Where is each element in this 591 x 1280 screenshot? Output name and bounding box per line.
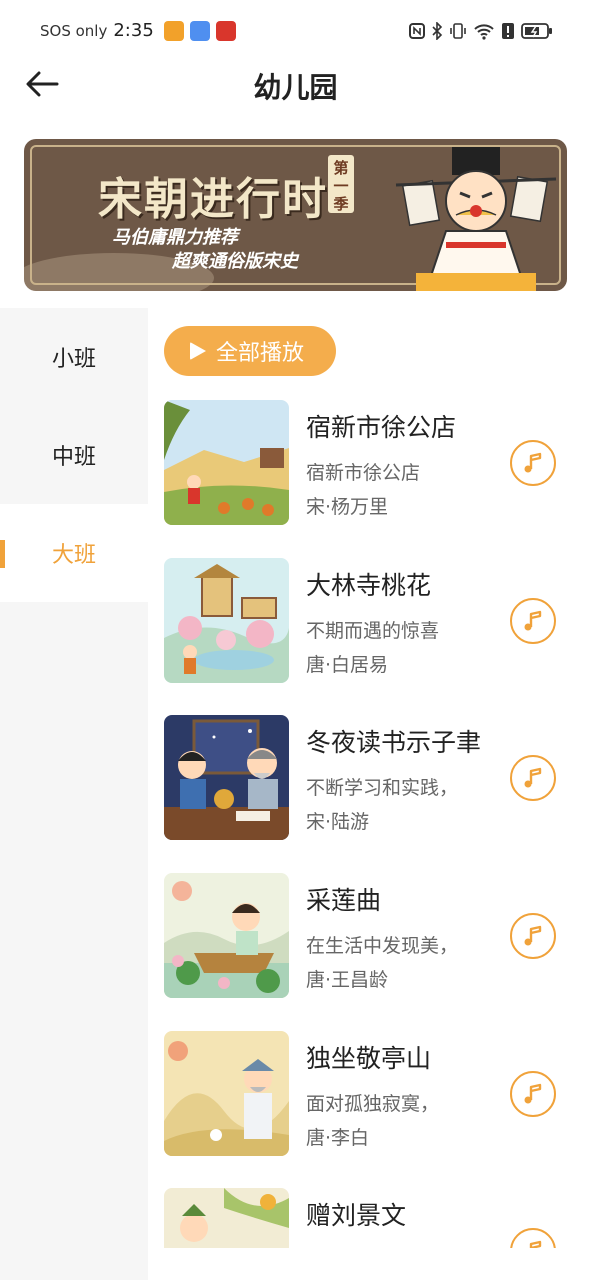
list-item[interactable]: 采莲曲 在生活中发现美， 唐·王昌龄 [164,873,576,999]
alert-icon [502,23,514,39]
sidebar-item-label: 小班 [51,347,96,372]
poem-description: 宿新市徐公店 [306,462,421,484]
poem-thumbnail [164,873,289,998]
poem-author: 唐·李白 [306,1127,370,1149]
list-item[interactable]: 独坐敬亭山 面对孤独寂寞， 唐·李白 [164,1031,576,1157]
banner-character-illustration [395,147,557,291]
play-poem-button[interactable] [510,1071,556,1117]
music-note-icon [524,1083,542,1104]
nfc-icon [409,23,425,39]
bluetooth-icon [432,22,443,40]
poem-thumbnail [164,715,289,840]
banner-season-badge: 第一季 [328,155,354,213]
sidebar-item-middle-class[interactable]: 中班 [0,406,148,504]
poem-title: 冬夜读书示子聿 [306,728,482,757]
banner-subtitle: 马伯庸鼎力推荐 [112,227,238,248]
poem-author: 宋·杨万里 [306,496,389,518]
poem-title: 大林寺桃花 [306,571,432,600]
poem-title: 采莲曲 [306,886,382,915]
music-note-icon [524,767,542,788]
poem-description: 不断学习和实践， [306,777,459,799]
sidebar-item-label: 中班 [51,445,96,470]
banner-season-text: 第一季 [333,159,349,213]
notification-app-icon [189,20,210,41]
sos-text: SOS only [40,21,108,40]
poem-title: 赠刘景文 [306,1201,407,1230]
poem-thumbnail [164,400,289,525]
sidebar-item-label: 大班 [51,543,96,568]
poem-author: 唐·王昌龄 [306,969,389,991]
play-poem-button[interactable] [510,1228,556,1248]
play-all-button[interactable]: 全部播放 [164,326,336,376]
battery-icon [521,23,552,39]
vibrate-icon [450,23,466,39]
play-poem-button[interactable] [510,440,556,486]
play-poem-button[interactable] [510,598,556,644]
wifi-icon [474,24,494,40]
poem-thumbnail [164,558,289,683]
sidebar-item-senior-class[interactable]: 大班 [0,504,148,602]
music-note-icon [524,610,542,631]
list-item[interactable]: 冬夜读书示子聿 不断学习和实践， 宋·陆游 [164,715,576,841]
clock: 2:35 [113,20,154,41]
status-bar: SOS only 2:35 [0,0,591,64]
play-icon [190,342,206,360]
poem-description: 面对孤独寂寞， [306,1093,440,1115]
status-bar-left: SOS only 2:35 [40,20,236,41]
poem-description: 不期而遇的惊喜 [306,620,440,642]
nav-bar: 幼儿园 [0,56,591,112]
music-note-icon [524,925,542,946]
sidebar-item-small-class[interactable]: 小班 [0,308,148,406]
active-indicator [0,540,5,568]
list-item[interactable]: 赠刘景文 [164,1188,576,1248]
poem-thumbnail [164,1031,289,1156]
page-title: 幼儿园 [253,71,338,104]
poem-author: 唐·白居易 [306,654,389,676]
banner-title: 宋朝进行时 [98,174,328,225]
poem-list: 全部播放 宿新市徐公店 宿新市徐公店 宋·杨万里 大林寺桃花 不期而遇的惊喜 唐… [148,308,591,1248]
banner-subtitle: 超爽通俗版宋史 [172,251,298,272]
promo-banner[interactable]: 宋朝进行时 第一季 马伯庸鼎力推荐 超爽通俗版宋史 [24,139,567,291]
play-poem-button[interactable] [510,755,556,801]
list-item[interactable]: 大林寺桃花 不期而遇的惊喜 唐·白居易 [164,558,576,684]
list-item[interactable]: 宿新市徐公店 宿新市徐公店 宋·杨万里 [164,400,576,526]
notification-app-icon [215,20,236,41]
music-note-icon [529,1240,542,1248]
grade-sidebar: 小班 中班 大班 [0,308,148,1280]
status-bar-right [409,22,553,40]
play-poem-button[interactable] [510,913,556,959]
notification-app-icon [163,20,184,41]
poem-thumbnail [164,1188,289,1248]
poem-author: 宋·陆游 [306,811,370,833]
music-note-icon [524,452,542,473]
poem-title: 独坐敬亭山 [306,1044,432,1073]
poem-title: 宿新市徐公店 [306,413,457,442]
play-all-label: 全部播放 [216,341,305,366]
poem-description: 在生活中发现美， [306,935,459,957]
